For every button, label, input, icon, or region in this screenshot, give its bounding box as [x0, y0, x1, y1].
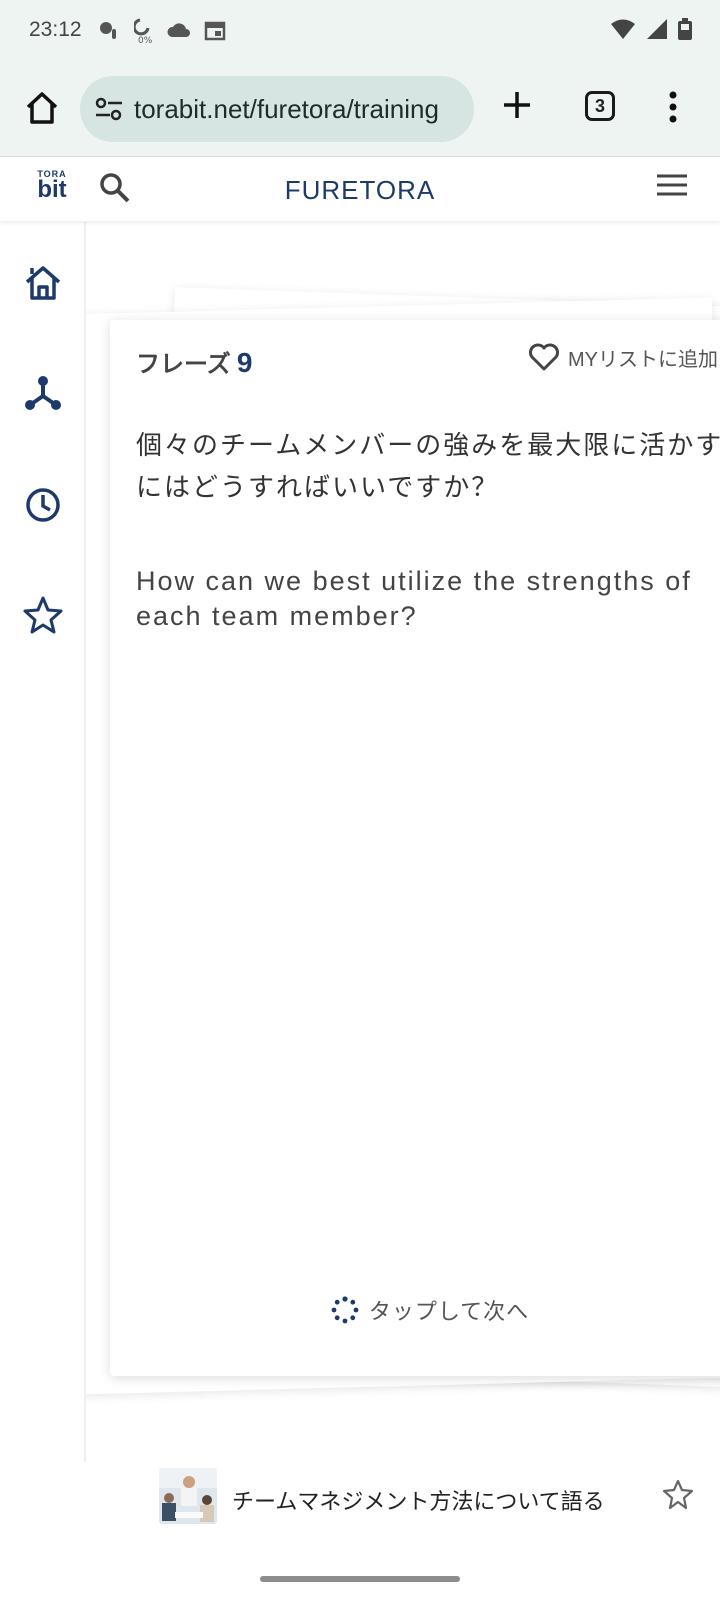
url-text[interactable]: torabit.net/furetora/training	[134, 94, 468, 125]
status-left-icons: 0%	[98, 18, 226, 44]
japanese-phrase: 個々のチームメンバーの強みを最大限に活かす にはどうすればいいですか？	[136, 424, 720, 508]
phrase-number: 9	[236, 347, 253, 378]
cloud-icon	[167, 23, 190, 37]
svg-text:0%: 0%	[138, 36, 153, 44]
status-bar: 23:12 0%	[0, 0, 720, 64]
home-button[interactable]	[22, 88, 62, 128]
training-content: フレーズ 9 MYリストに追加 個々のチームメンバーの強みを最大限に活かす にはど…	[86, 222, 720, 1462]
english-phrase: How can we best utilize the strengths of…	[136, 566, 692, 631]
loading-spinner-icon	[331, 1296, 359, 1324]
japanese-line-2: にはどうすればいいですか？	[136, 472, 500, 502]
site-title[interactable]: FURETORA	[0, 175, 720, 206]
lesson-thumbnail	[159, 1468, 217, 1524]
new-tab-button[interactable]	[500, 88, 534, 122]
add-to-mylist-button[interactable]: MYリストに追加	[528, 342, 718, 372]
phrase-label: フレーズ 9	[136, 344, 252, 379]
network-icon[interactable]	[22, 372, 64, 414]
phrase-card[interactable]: フレーズ 9 MYリストに追加 個々のチームメンバーの強みを最大限に活かす にはど…	[110, 320, 720, 1376]
lesson-list-item[interactable]: チームマネジメント方法について語る	[0, 1462, 720, 1542]
lesson-title: チームマネジメント方法について語る	[232, 1489, 605, 1514]
history-icon[interactable]	[22, 484, 64, 526]
phrase-label-text: フレーズ	[136, 351, 231, 378]
more-options-icon[interactable]	[668, 90, 678, 124]
tap-next-button[interactable]: タップして次へ	[110, 1294, 720, 1326]
battery-saver-icon: 0%	[134, 18, 153, 44]
motorcycle-alert-icon	[100, 22, 116, 39]
wifi-icon	[611, 19, 635, 39]
japanese-line-1: 個々のチームメンバーの強みを最大限に活かす	[136, 430, 720, 460]
status-right-icons	[610, 18, 692, 40]
browser-toolbar: torabit.net/furetora/training 3	[0, 64, 720, 157]
side-navigation	[0, 222, 86, 1462]
address-bar[interactable]: torabit.net/furetora/training	[80, 76, 474, 142]
gesture-home-indicator[interactable]	[260, 1576, 460, 1582]
home-icon[interactable]	[22, 262, 64, 304]
heart-icon	[529, 343, 559, 371]
favorites-star-icon[interactable]	[22, 594, 64, 636]
bookmark-star-icon[interactable]	[662, 1478, 694, 1510]
battery-icon	[678, 18, 692, 40]
site-header: TORA bit FURETORA	[0, 157, 720, 221]
site-settings-icon[interactable]	[94, 96, 124, 122]
signal-icon	[647, 19, 667, 39]
calendar-icon	[204, 21, 226, 41]
hamburger-menu-icon[interactable]	[655, 173, 689, 199]
status-time: 23:12	[29, 18, 82, 41]
tab-switcher-button[interactable]: 3	[585, 91, 615, 121]
mylist-label: MYリストに追加	[568, 348, 718, 371]
next-label: タップして次へ	[368, 1299, 530, 1324]
